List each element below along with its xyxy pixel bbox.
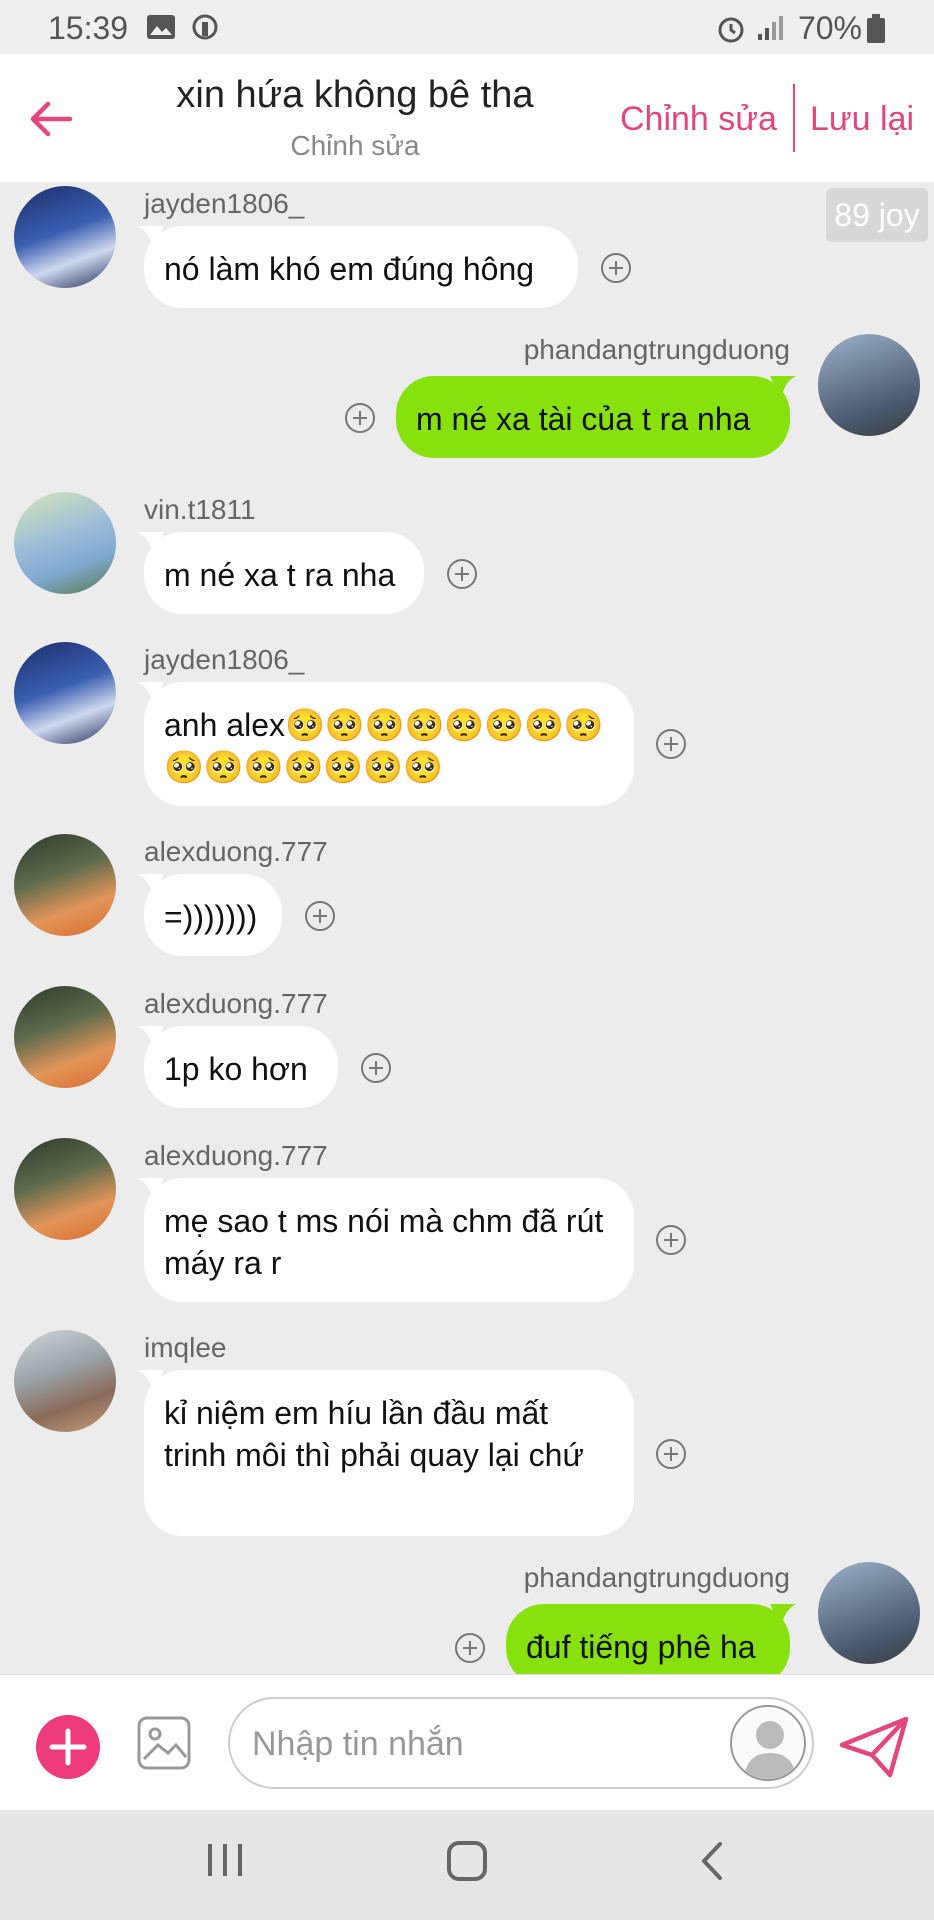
plus-circle-icon[interactable] <box>454 1632 486 1664</box>
avatar[interactable] <box>14 186 116 288</box>
message-username: jayden1806_ <box>144 644 305 675</box>
sticker-icon[interactable] <box>730 1705 806 1781</box>
system-nav-bar <box>0 1810 934 1920</box>
image-icon[interactable] <box>136 1715 192 1771</box>
message-bubble[interactable]: =))))))) <box>138 874 282 956</box>
plus-circle-icon[interactable] <box>360 1052 392 1084</box>
avatar[interactable] <box>14 642 116 744</box>
message-text: =))))))) <box>164 899 258 935</box>
status-bar: 15:39 70% <box>0 0 934 54</box>
plus-circle-icon[interactable] <box>446 558 478 590</box>
bubble-tail <box>138 682 164 706</box>
message-username: alexduong.777 <box>144 836 328 867</box>
avatar[interactable] <box>818 334 920 436</box>
message-username: alexduong.777 <box>144 1140 328 1171</box>
back-arrow-icon[interactable] <box>26 94 76 144</box>
message-text: anh alex🥺🥺🥺🥺🥺🥺🥺🥺🥺🥺🥺🥺🥺🥺🥺 <box>164 707 604 785</box>
avatar[interactable] <box>14 834 116 936</box>
bubble-tail <box>138 1178 164 1202</box>
message-username: vin.t1811 <box>144 494 256 525</box>
message-text: m né xa tài của t ra nha <box>416 401 751 437</box>
message-bubble[interactable]: m né xa tài của t ra nha <box>396 376 796 458</box>
message-bubble[interactable]: anh alex🥺🥺🥺🥺🥺🥺🥺🥺🥺🥺🥺🥺🥺🥺🥺 <box>138 682 634 806</box>
chat-title: xin hứa không bê tha <box>176 74 534 116</box>
message-text: mẹ sao t ms nói mà chm đã rút máy ra r <box>164 1203 604 1281</box>
message-bubble[interactable]: nó làm khó em đúng hông <box>138 226 578 308</box>
message-text: nó làm khó em đúng hông <box>164 251 535 287</box>
plus-circle-icon[interactable] <box>304 900 336 932</box>
bubble-tail <box>138 874 164 898</box>
plus-circle-icon[interactable] <box>655 1224 687 1256</box>
message-list[interactable]: 89 joy jayden1806_ nó làm khó em đúng hô… <box>0 182 934 1674</box>
message-username: jayden1806_ <box>144 188 305 219</box>
edit-button[interactable]: Chỉnh sửa <box>620 100 777 139</box>
recent-apps-icon[interactable] <box>206 1840 244 1880</box>
gallery-notification-icon <box>147 15 175 39</box>
message-input[interactable]: Nhập tin nhắn <box>228 1697 814 1789</box>
message-username: imqlee <box>144 1332 227 1363</box>
message-text: m né xa t ra nha <box>164 557 396 593</box>
message-text: đuf tiếng phê ha <box>526 1629 756 1665</box>
bubble-tail <box>138 1370 164 1394</box>
bubble-tail <box>138 226 164 250</box>
message-text: kỉ niệm em híu lần đầu mất trinh môi thì… <box>164 1395 584 1473</box>
plus-circle-icon[interactable] <box>655 728 687 760</box>
avatar[interactable] <box>14 1330 116 1432</box>
message-text: 1p ko hơn <box>164 1051 308 1087</box>
bubble-tail <box>770 376 796 400</box>
message-username: phandangtrungduong <box>523 334 790 365</box>
plus-icon <box>49 1728 87 1766</box>
joy-badge: 89 joy <box>826 188 928 242</box>
home-icon[interactable] <box>446 1840 488 1882</box>
avatar[interactable] <box>14 492 116 594</box>
save-button[interactable]: Lưu lại <box>810 100 914 139</box>
podcast-notification-icon <box>192 14 218 40</box>
message-input-placeholder: Nhập tin nhắn <box>252 1725 464 1763</box>
plus-circle-icon[interactable] <box>600 252 632 284</box>
message-composer: Nhập tin nhắn <box>0 1674 934 1810</box>
plus-circle-icon[interactable] <box>655 1438 687 1470</box>
message-username: phandangtrungduong <box>523 1562 790 1593</box>
plus-circle-icon[interactable] <box>344 402 376 434</box>
battery-percent: 70% <box>797 10 862 46</box>
header-divider <box>793 84 795 152</box>
avatar[interactable] <box>14 1138 116 1240</box>
message-bubble[interactable]: kỉ niệm em híu lần đầu mất trinh môi thì… <box>138 1370 634 1536</box>
back-nav-icon[interactable] <box>696 1840 726 1882</box>
battery-icon <box>867 14 885 43</box>
message-bubble[interactable]: mẹ sao t ms nói mà chm đã rút máy ra r <box>138 1178 634 1302</box>
status-time: 15:39 <box>48 10 129 46</box>
send-icon[interactable] <box>838 1715 910 1779</box>
bubble-tail <box>138 1026 164 1050</box>
add-button[interactable] <box>36 1715 100 1779</box>
avatar[interactable] <box>14 986 116 1088</box>
message-bubble[interactable]: đuf tiếng phê ha <box>506 1604 796 1674</box>
message-username: alexduong.777 <box>144 988 328 1019</box>
signal-icon <box>758 16 783 40</box>
chat-subtitle: Chỉnh sửa <box>290 130 420 161</box>
bubble-tail <box>770 1604 796 1628</box>
bubble-tail <box>138 532 164 556</box>
alarm-icon <box>718 17 744 43</box>
message-bubble[interactable]: m né xa t ra nha <box>138 532 424 614</box>
avatar[interactable] <box>818 1562 920 1664</box>
person-silhouette-icon <box>744 1721 796 1779</box>
chat-header: xin hứa không bê tha Chỉnh sửa Chỉnh sửa… <box>0 54 934 182</box>
message-bubble[interactable]: 1p ko hơn <box>138 1026 338 1108</box>
